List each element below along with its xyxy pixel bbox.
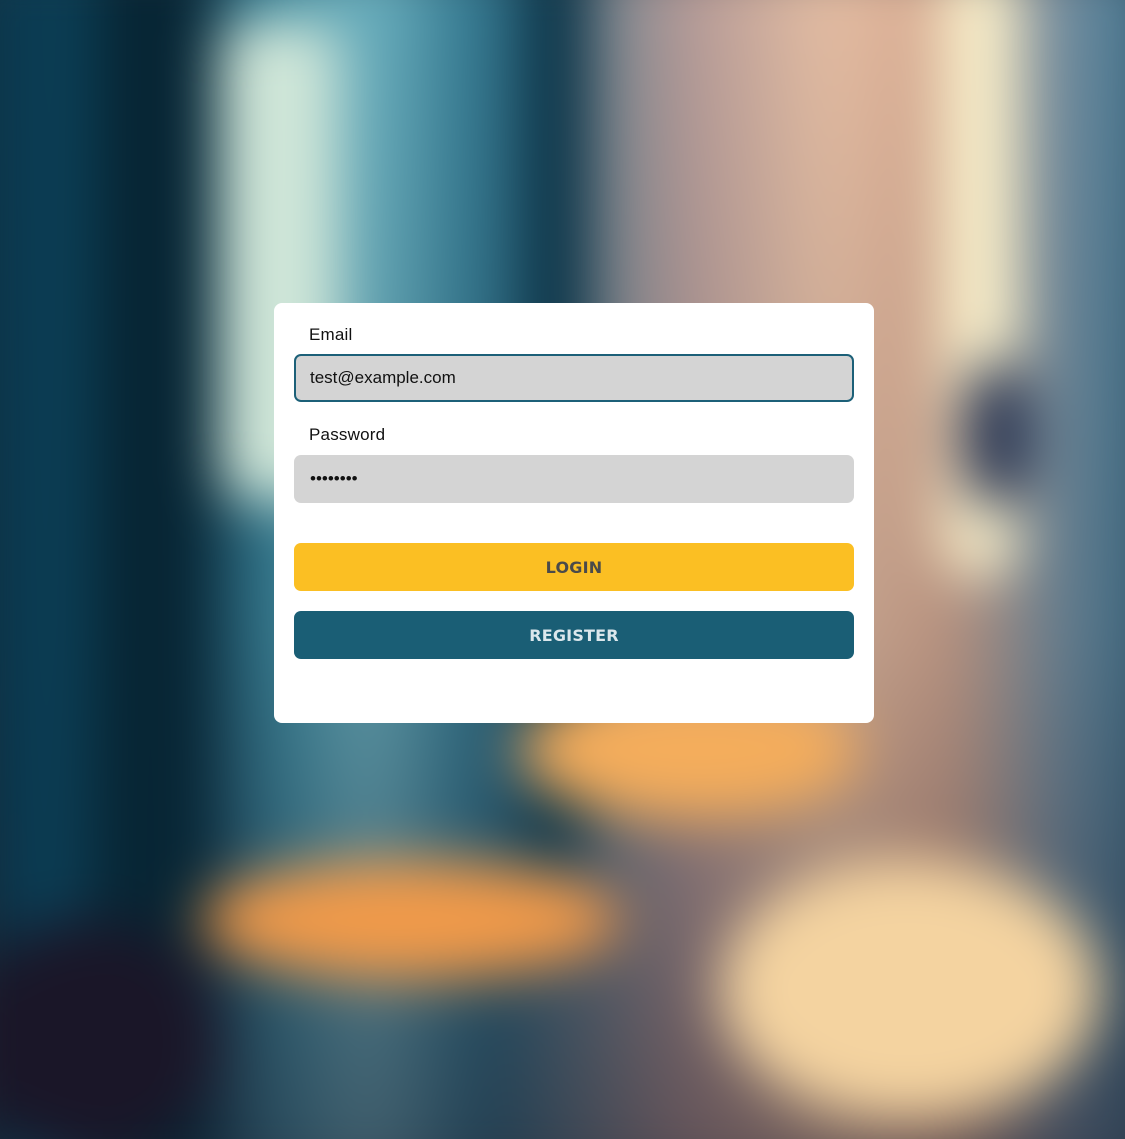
password-field[interactable] <box>294 455 854 503</box>
background-floor-light <box>720 860 1100 1120</box>
background-floor-light <box>200 860 620 980</box>
login-card: Email Password LOGIN REGISTER <box>274 303 874 723</box>
password-label: Password <box>309 425 386 444</box>
email-field[interactable] <box>294 354 854 402</box>
register-button[interactable]: REGISTER <box>294 611 854 659</box>
login-button[interactable]: LOGIN <box>294 543 854 591</box>
background-person <box>960 360 1030 510</box>
email-label: Email <box>309 325 353 344</box>
